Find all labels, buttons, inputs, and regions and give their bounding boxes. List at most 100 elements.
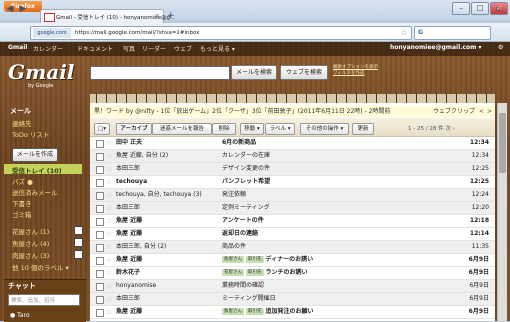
gbar-calendar[interactable]: カレンダー bbox=[33, 44, 63, 53]
star-icon[interactable]: ☆ bbox=[106, 216, 112, 226]
star-icon[interactable]: ☆ bbox=[106, 294, 112, 304]
email-row[interactable]: ☆ 本田三郎, 自分 (2) 商品の件 11:35 bbox=[90, 241, 495, 254]
star-icon[interactable]: ☆ bbox=[106, 164, 112, 174]
chat-title[interactable]: チャット bbox=[8, 281, 36, 291]
email-row[interactable]: ☆ 本田三郎 ミーティング開催日 6月9日 bbox=[90, 293, 495, 306]
email-row[interactable]: ☆ 魚屋 近藤 アンケートの件 12:18 bbox=[90, 215, 495, 228]
nav-inbox[interactable]: 受信トレイ (10) bbox=[12, 165, 62, 175]
row-checkbox[interactable] bbox=[96, 140, 104, 148]
star-icon[interactable]: ☆ bbox=[106, 190, 112, 200]
email-row[interactable]: ☆ 魚屋 近藤 魚屋さん 取引先 追加発注のお願い 6月9日 bbox=[90, 306, 495, 319]
chat-search-input[interactable]: 検索、追加、招待 bbox=[8, 294, 80, 306]
nav-trash[interactable]: ゴミ箱 bbox=[12, 209, 32, 219]
nav-label-flower[interactable]: 花屋さん (1) bbox=[12, 226, 49, 236]
minimize-button[interactable]: – bbox=[452, 2, 470, 15]
nav-contacts[interactable]: 連絡先 bbox=[12, 118, 32, 128]
email-label[interactable]: 取引先 bbox=[246, 269, 264, 276]
label-color-swatch[interactable] bbox=[74, 250, 83, 259]
email-label[interactable]: 取引先 bbox=[246, 256, 264, 263]
url-bar[interactable]: google.com https://mail.google.com/mail/… bbox=[30, 26, 412, 40]
compose-button[interactable]: メールを作成 bbox=[12, 148, 58, 162]
create-filter-link[interactable]: フィルタを作成 bbox=[333, 71, 383, 77]
email-row[interactable]: ☆ techouya パンフレット希望 12:25 bbox=[90, 176, 495, 189]
email-row[interactable]: ☆ honyanomise 業務時間の確認 6月9日 bbox=[90, 280, 495, 293]
tab-close-icon[interactable]: × bbox=[154, 12, 160, 20]
gbar-reader[interactable]: リーダー bbox=[142, 44, 166, 53]
star-icon[interactable]: ☆ bbox=[106, 242, 112, 252]
row-checkbox[interactable] bbox=[96, 166, 104, 174]
row-checkbox[interactable] bbox=[96, 309, 104, 317]
email-row[interactable]: ☆ 魚屋 近藤 返却日の連絡 12:14 bbox=[90, 228, 495, 241]
nav-more-labels[interactable]: 他 10 個のラベル ▾ bbox=[12, 262, 69, 272]
email-row[interactable]: ☆ 鈴木花子 花屋さん 取引先 ランチのお誘い 6月9日 bbox=[90, 267, 495, 280]
bookmark-star-icon[interactable]: ☆ bbox=[401, 27, 407, 39]
back-icon[interactable]: ◀ bbox=[4, 3, 16, 15]
search-engine-box[interactable]: G bbox=[414, 26, 491, 40]
web-clip-text[interactable]: 黒！ワード by @nifty - 1位「放出ゲーム」2位「クーザ」3位「前田敦… bbox=[94, 106, 390, 117]
refresh-button[interactable]: 更新 bbox=[352, 123, 374, 135]
row-checkbox[interactable] bbox=[96, 283, 104, 291]
star-icon[interactable]: ☆ bbox=[106, 255, 112, 265]
gmail-logo[interactable]: Gmail by Google bbox=[8, 60, 80, 96]
chat-contact[interactable]: ● Taro bbox=[10, 312, 30, 319]
nav-buzz[interactable]: バズ ● bbox=[12, 176, 33, 186]
star-icon[interactable]: ☆ bbox=[106, 138, 112, 148]
more-actions-button[interactable]: その他の操作 ▾ bbox=[300, 123, 349, 135]
email-label[interactable]: 花屋さん bbox=[222, 269, 244, 276]
star-icon[interactable]: ☆ bbox=[106, 307, 112, 317]
home-icon[interactable]: ⌂ bbox=[492, 3, 504, 15]
gbar-gmail[interactable]: Gmail bbox=[8, 44, 27, 51]
email-row[interactable]: ☆ 本田三郎 定例ミーティング 12:20 bbox=[90, 202, 495, 215]
move-button[interactable]: 移動 ▾ bbox=[240, 123, 264, 135]
maximize-button[interactable]: □ bbox=[471, 2, 489, 15]
star-icon[interactable]: ☆ bbox=[106, 177, 112, 187]
mail-search-input[interactable] bbox=[90, 66, 230, 80]
row-checkbox[interactable] bbox=[96, 205, 104, 213]
labels-button[interactable]: ラベル ▾ bbox=[265, 123, 295, 135]
email-label[interactable]: 魚屋さん bbox=[222, 308, 244, 315]
row-checkbox[interactable] bbox=[96, 270, 104, 278]
nav-sent[interactable]: 送信済みメール bbox=[12, 187, 58, 197]
nav-label-fish[interactable]: 魚屋さん (4) bbox=[12, 238, 49, 248]
star-icon[interactable]: ☆ bbox=[106, 281, 112, 291]
settings-gear-icon[interactable]: ⚙ bbox=[498, 44, 503, 51]
row-checkbox[interactable] bbox=[96, 192, 104, 200]
search-mail-button[interactable]: メールを検索 bbox=[231, 65, 277, 80]
star-icon[interactable]: ☆ bbox=[106, 268, 112, 278]
email-row[interactable]: ☆ 魚屋 近藤 魚屋さん 取引先 ディナーのお誘い 6月9日 bbox=[90, 254, 495, 267]
scrollbar[interactable] bbox=[497, 103, 507, 321]
nav-drafts[interactable]: 下書き bbox=[12, 198, 32, 208]
delete-button[interactable]: 削除 bbox=[212, 123, 236, 135]
pagination[interactable]: 1 - 25 / 28 件 次 › bbox=[408, 124, 455, 132]
scrollbar-thumb[interactable] bbox=[499, 113, 506, 173]
gbar-photos[interactable]: 写真 bbox=[123, 44, 135, 53]
row-checkbox[interactable] bbox=[96, 218, 104, 226]
row-checkbox[interactable] bbox=[96, 244, 104, 252]
archive-button[interactable]: アーカイブ bbox=[116, 123, 152, 135]
account-menu[interactable]: honyanomiee@gmail.com ▾ bbox=[390, 44, 482, 51]
gbar-web[interactable]: ウェブ bbox=[174, 44, 192, 53]
select-dropdown[interactable]: □▾ bbox=[94, 123, 110, 135]
row-checkbox[interactable] bbox=[96, 296, 104, 304]
email-row[interactable]: ☆ techouya, 自分, techouya (3) 発注依頼 12:24 bbox=[90, 189, 495, 202]
star-icon[interactable]: ☆ bbox=[106, 203, 112, 213]
web-clip-ticker[interactable]: 黒！ワード by @nifty - 1位「放出ゲーム」2位「クーザ」3位「前田敦… bbox=[90, 106, 495, 117]
star-icon[interactable]: ☆ bbox=[106, 151, 112, 161]
row-checkbox[interactable] bbox=[96, 179, 104, 187]
web-clip-next-icon[interactable]: > bbox=[487, 106, 492, 117]
star-icon[interactable]: ☆ bbox=[106, 229, 112, 239]
web-clip-prev-icon[interactable]: < bbox=[479, 106, 484, 117]
gbar-docs[interactable]: ドキュメント bbox=[77, 44, 113, 53]
email-label[interactable]: 魚屋さん bbox=[222, 256, 244, 263]
email-row[interactable]: ☆ 本田三郎 デザイン変更の件 12:25 bbox=[90, 163, 495, 176]
gbar-more[interactable]: もっと見る ▾ bbox=[200, 44, 235, 53]
label-color-swatch[interactable] bbox=[74, 226, 83, 235]
search-options-links[interactable]: 検索オプションを表示 フィルタを作成 bbox=[333, 65, 383, 77]
label-color-swatch[interactable] bbox=[74, 238, 83, 247]
site-identity-badge[interactable]: google.com bbox=[33, 28, 71, 38]
nav-tasks[interactable]: ToDo リスト bbox=[12, 129, 49, 139]
nav-label-meat[interactable]: 肉屋さん (3) bbox=[12, 250, 49, 260]
row-checkbox[interactable] bbox=[96, 257, 104, 265]
row-checkbox[interactable] bbox=[96, 153, 104, 161]
email-row[interactable]: ☆ 魚屋 近藤, 自分 (2) カレンダーの在庫 12:34 bbox=[90, 150, 495, 163]
